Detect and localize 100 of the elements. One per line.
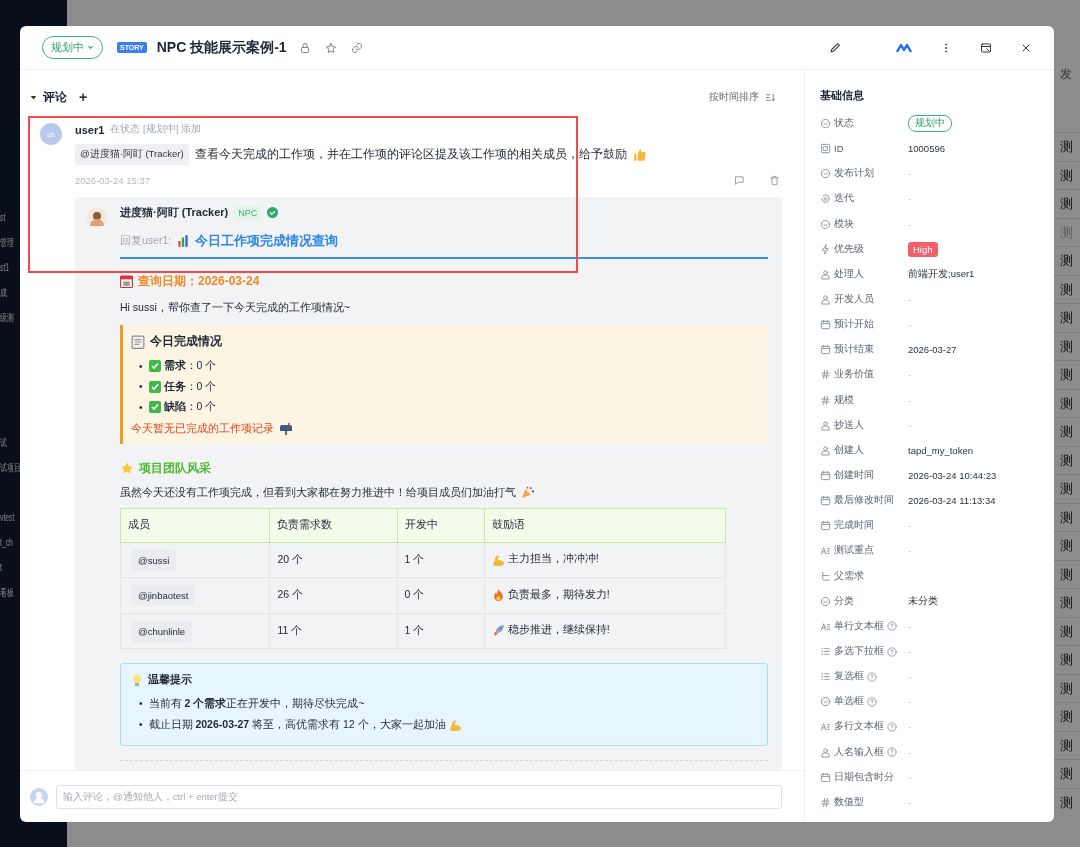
- section-title: 评论: [43, 88, 67, 106]
- list-bullet: •: [139, 360, 143, 372]
- field-value: -: [908, 319, 912, 331]
- calendar-icon: [820, 319, 831, 331]
- field-label: 模块: [820, 217, 908, 231]
- sidebar-item[interactable]: 成: [0, 280, 7, 305]
- sort-button[interactable]: 按时间排序: [703, 89, 782, 105]
- sidebar-item[interactable]: 级测: [0, 305, 14, 330]
- column-header: 发: [1059, 66, 1073, 83]
- field-label: 业务价值: [820, 368, 908, 382]
- message-icon: [734, 175, 745, 186]
- field-value: 2026-03-27: [908, 344, 957, 356]
- sidebar-item[interactable]: 管理: [0, 230, 14, 255]
- field-value: -: [908, 671, 912, 683]
- flexed-arm-icon: [491, 552, 505, 566]
- comment-meta: 在状态 [规划中] 添加: [110, 123, 201, 136]
- reply-button[interactable]: [732, 173, 747, 188]
- field-label: 测试重点: [820, 544, 908, 558]
- field-value: -: [908, 620, 912, 632]
- sidebar-item[interactable]: 试项目: [0, 455, 21, 480]
- chevron-circle-icon: [820, 118, 831, 130]
- cheer-text: 主力担当，冲冲冲!: [507, 552, 599, 566]
- dialog-title: NPC 技能展示案例-1: [156, 38, 287, 57]
- team-text: 虽然今天还没有工作项完成，但看到大家都在努力推进中！给项目成员们加油打气: [120, 485, 516, 500]
- table-cell: 1 个: [397, 542, 485, 578]
- comment-input[interactable]: 输入评论，@通知他人，ctrl + enter提交: [56, 784, 782, 809]
- cheer-text: 负责最多，期待发力!: [507, 587, 610, 602]
- sidebar-item[interactable]: t: [0, 555, 2, 580]
- field-label: 父需求: [820, 569, 908, 583]
- mention-chip[interactable]: @进度猫·阿盯 (Tracker): [75, 144, 189, 165]
- check-icon: [148, 380, 161, 393]
- date-heading: 查询日期：2026-03-24: [138, 273, 260, 290]
- window-icon: [980, 41, 992, 54]
- calendar-icon: [820, 520, 831, 532]
- cycle-icon: [820, 193, 831, 205]
- sidebar-item[interactable]: st: [0, 205, 6, 230]
- field-label: 迭代: [820, 192, 908, 206]
- field-value: -: [908, 168, 912, 180]
- hash-icon: [820, 394, 831, 406]
- status-dropdown[interactable]: 规划中: [42, 36, 103, 59]
- calendar-icon: [820, 344, 831, 356]
- logo-icon: [896, 42, 912, 53]
- field-value: -: [908, 721, 912, 733]
- text-format-icon: [820, 620, 831, 632]
- user-icon: [820, 294, 831, 306]
- calendar-icon: [820, 771, 831, 783]
- add-comment-button[interactable]: +: [77, 87, 90, 107]
- field-label: 人名输入框: [820, 745, 908, 759]
- priority-badge[interactable]: High: [908, 241, 938, 257]
- lightning-icon: [820, 243, 831, 255]
- field-value: -: [908, 771, 912, 783]
- comment-time: 2026-03-24 15:37: [75, 175, 150, 186]
- member-chip[interactable]: @jinbaotest: [131, 585, 196, 607]
- field-label: ID: [820, 143, 908, 155]
- field-value: 2026-03-24 10:44:23: [908, 470, 997, 482]
- member-chip[interactable]: @chunlinle: [131, 620, 193, 642]
- field-label: 创建时间: [820, 469, 908, 483]
- npc-badge: NPC: [234, 205, 262, 220]
- avatar-icon: [30, 787, 48, 806]
- status-badge[interactable]: 规划中: [908, 115, 952, 133]
- sidebar-item[interactable]: 看板: [0, 580, 14, 605]
- link-icon: [350, 41, 363, 54]
- field-value: 未分类: [908, 594, 938, 608]
- tips-title: 温馨提示: [148, 673, 192, 687]
- field-label: 优先级: [820, 242, 908, 256]
- collapse-caret-icon[interactable]: [30, 93, 37, 101]
- hash-icon: [820, 369, 831, 381]
- field-value: -: [908, 294, 912, 306]
- sidebar-item[interactable]: st1: [0, 255, 10, 280]
- user-icon: [820, 419, 831, 431]
- check-icon: [148, 360, 161, 373]
- list-bullet: •: [139, 719, 143, 730]
- check-icon: [148, 401, 161, 414]
- text-format-icon: [820, 721, 831, 733]
- flexed-arm-icon: [448, 718, 462, 731]
- panel-title: 基础信息: [820, 88, 865, 103]
- field-value: 前端开发;user1: [908, 267, 975, 281]
- star-icon: [324, 41, 337, 54]
- sidebar-item[interactable]: t_ch: [0, 530, 13, 555]
- field-label: 规模: [820, 393, 908, 407]
- sidebar-item[interactable]: 试: [0, 430, 7, 455]
- pencil-icon: [829, 41, 842, 54]
- tip-text: 当前有 2 个需求正在开发中，期待尽快完成~: [148, 696, 365, 711]
- member-chip[interactable]: @sussi: [131, 549, 177, 571]
- field-value: -: [908, 696, 912, 708]
- sort-icon: [765, 91, 776, 103]
- id-card-icon: [820, 143, 831, 155]
- sidebar-item[interactable]: vtest: [0, 505, 15, 530]
- user-icon: [820, 444, 831, 456]
- field-label: 预计结束: [820, 343, 908, 357]
- field-value: -: [908, 520, 912, 532]
- field-label: 发布计划: [820, 167, 908, 181]
- trash-icon: [769, 175, 780, 186]
- field-value: -: [908, 545, 912, 557]
- team-heading: 项目团队风采: [139, 459, 211, 477]
- field-value: -: [908, 746, 912, 758]
- chevron-circle-icon: [820, 595, 831, 607]
- light-bulb-icon: [131, 673, 143, 687]
- table-cell: 0 个: [397, 577, 485, 613]
- text-format-icon: [820, 545, 831, 557]
